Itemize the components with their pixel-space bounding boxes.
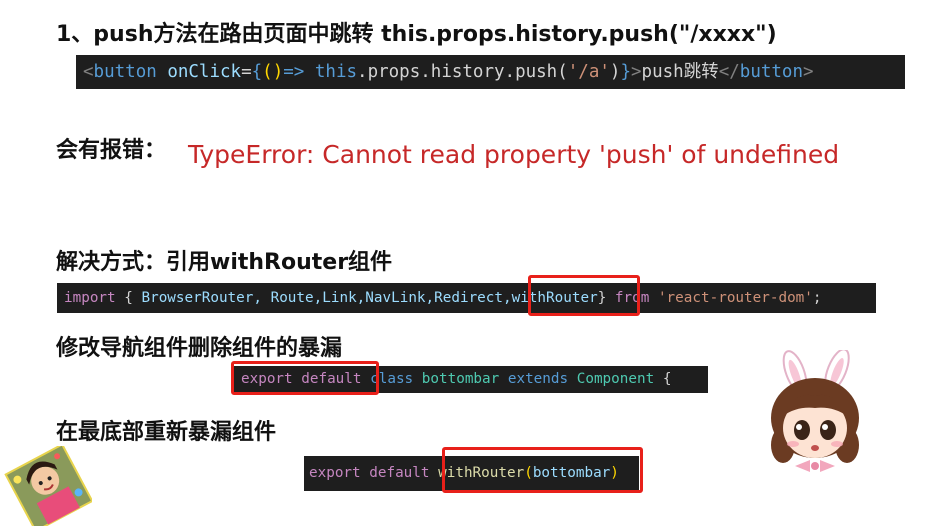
error-label: 会有报错：: [56, 138, 167, 163]
code-token: extends: [507, 371, 569, 387]
code-token: ): [609, 62, 621, 82]
code-token: this: [314, 62, 358, 82]
code-token: Component: [576, 371, 655, 387]
section-4-title: 修改导航组件删除组件的暴漏: [56, 336, 343, 361]
code-token: {: [251, 62, 263, 82]
code-token: ;: [812, 290, 822, 306]
code-token: </: [718, 62, 740, 82]
code-token: >: [631, 62, 642, 82]
code-token: {: [662, 371, 672, 387]
section-3-title: 解决方式：引用withRouter组件: [56, 250, 393, 275]
section-5-title: 在最底部重新暴漏组件: [56, 420, 277, 445]
code-token: 'react-router-dom': [657, 290, 813, 306]
avatar-sticker: [4, 446, 92, 526]
code-token: '/a': [567, 62, 610, 82]
code-token: .props.history.push(: [357, 62, 568, 82]
code-token: {: [115, 290, 142, 306]
code-token: <: [83, 62, 94, 82]
code-token: push跳转: [641, 62, 719, 82]
code-token: import: [64, 290, 116, 306]
cartoon-girl-sticker: [771, 350, 859, 472]
code-token: button: [93, 62, 157, 82]
code-token: (): [262, 62, 284, 82]
code-token: export default: [309, 465, 430, 481]
code-token: =: [241, 62, 252, 82]
section-1-title: 1、push方法在路由页面中跳转 this.props.history.push…: [56, 22, 777, 47]
withrouter-import-highlight: [528, 275, 640, 316]
code-token: BrowserRouter, Route,Link,NavLink,Redire…: [141, 290, 512, 306]
code-token: button: [739, 62, 803, 82]
code-token: >: [803, 62, 814, 82]
code-token: bottombar: [421, 371, 500, 387]
push-code-snippet: <button onClick={()=> this.props.history…: [76, 55, 905, 89]
export-default-highlight: [231, 361, 379, 395]
withrouter-export-highlight: [442, 447, 643, 493]
code-token: }: [620, 62, 631, 82]
code-token: onClick: [167, 62, 242, 82]
code-token: =>: [283, 62, 305, 82]
import-code-snippet: import { BrowserRouter, Route,Link,NavLi…: [57, 283, 876, 313]
error-message: TypeError: Cannot read property 'push' o…: [188, 140, 840, 169]
